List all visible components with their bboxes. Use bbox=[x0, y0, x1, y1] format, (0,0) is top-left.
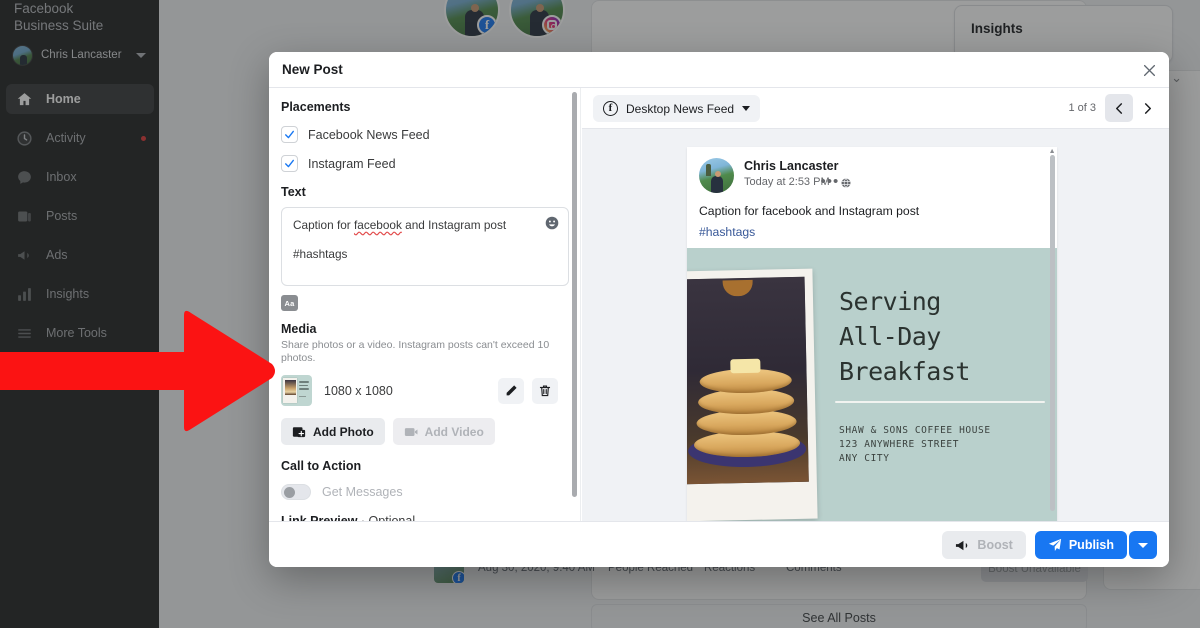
post-creative-image: Serving All-Day Breakfast SHAW & SONS CO… bbox=[687, 248, 1057, 521]
trash-icon[interactable] bbox=[532, 377, 558, 404]
close-icon[interactable] bbox=[1137, 58, 1161, 82]
pancakes-photo bbox=[687, 276, 809, 485]
caption-line-2: #hashtags bbox=[293, 247, 348, 261]
link-preview-optional: · Optional bbox=[360, 514, 416, 521]
post-form-panel: Placements Facebook News Feed Instagram … bbox=[269, 88, 581, 521]
media-add-buttons: Add Photo Add Video bbox=[281, 418, 569, 445]
media-subtext: Share photos or a video. Instagram posts… bbox=[281, 339, 550, 364]
post-timestamp: Today at 2:53 PM bbox=[744, 176, 830, 188]
publish-button[interactable]: Publish bbox=[1034, 531, 1127, 559]
media-dimensions: 1080 x 1080 bbox=[324, 383, 393, 398]
boost-label: Boost bbox=[977, 538, 1013, 552]
add-photo-button[interactable]: Add Photo bbox=[281, 418, 385, 445]
placement-facebook-news-feed[interactable]: Facebook News Feed bbox=[281, 126, 569, 143]
post-caption: Caption for facebook and Instagram post bbox=[699, 204, 920, 218]
post-author-row: Chris Lancaster Today at 2:53 PM · ••• bbox=[699, 158, 851, 193]
publish-label: Publish bbox=[1068, 538, 1114, 552]
media-item-row[interactable]: 1080 x 1080 bbox=[281, 375, 569, 406]
get-messages-toggle-row[interactable]: Get Messages bbox=[281, 484, 569, 500]
preview-surface-select[interactable]: f Desktop News Feed bbox=[593, 95, 761, 122]
avatar bbox=[699, 158, 734, 193]
dialog-header: New Post bbox=[269, 52, 1169, 88]
facebook-icon: f bbox=[603, 101, 618, 116]
post-preview-card: Chris Lancaster Today at 2:53 PM · ••• C… bbox=[687, 147, 1057, 521]
footer-actions: Boost Publish bbox=[942, 531, 1157, 559]
creative-headline-line-3: Breakfast bbox=[839, 357, 970, 386]
preview-page-counter: 1 of 3 bbox=[1068, 102, 1096, 114]
form-scrollbar[interactable] bbox=[572, 92, 577, 497]
caption-textarea[interactable]: Caption for facebook and Instagram post … bbox=[281, 207, 569, 286]
chevron-left-icon[interactable] bbox=[1105, 94, 1133, 122]
preview-panel: f Desktop News Feed 1 of 3 Chris Lancast… bbox=[582, 88, 1169, 521]
call-to-action-heading: Call to Action bbox=[281, 459, 362, 473]
creative-address-line-1: SHAW & SONS COFFEE HOUSE bbox=[839, 425, 991, 436]
add-video-label: Add Video bbox=[424, 424, 484, 439]
preview-surface-label: Desktop News Feed bbox=[626, 101, 735, 116]
preview-scrollbar[interactable] bbox=[1050, 155, 1055, 511]
caption-line-1: Caption for facebook and Instagram post bbox=[293, 218, 506, 232]
creative-address-line-2: 123 ANYWHERE STREET bbox=[839, 439, 960, 450]
polaroid-photo bbox=[687, 268, 818, 521]
dialog-footer: Boost Publish bbox=[269, 521, 1169, 567]
caption-text-after: and Instagram post bbox=[401, 218, 507, 232]
new-post-dialog: New Post Placements Facebook News Feed I… bbox=[269, 52, 1169, 567]
get-messages-label: Get Messages bbox=[322, 485, 403, 499]
preview-toolbar: f Desktop News Feed 1 of 3 bbox=[582, 88, 1169, 129]
checkbox-checked-icon[interactable] bbox=[281, 155, 298, 172]
publish-group: Publish bbox=[1034, 531, 1157, 559]
chevron-down-icon bbox=[742, 106, 751, 111]
dialog-title: New Post bbox=[282, 62, 343, 77]
link-preview-heading: Link Preview · Optional bbox=[281, 514, 569, 521]
media-heading: Media bbox=[281, 322, 317, 336]
boost-button[interactable]: Boost bbox=[942, 531, 1026, 559]
emoji-icon[interactable] bbox=[545, 216, 559, 230]
post-menu-icon[interactable]: ••• bbox=[821, 174, 840, 189]
checkbox-checked-icon[interactable] bbox=[281, 126, 298, 143]
publish-options-caret-icon[interactable] bbox=[1129, 531, 1157, 559]
edit-icon[interactable] bbox=[498, 377, 524, 404]
creative-address: SHAW & SONS COFFEE HOUSE 123 ANYWHERE ST… bbox=[839, 424, 991, 466]
placements-heading: Placements bbox=[281, 100, 351, 114]
creative-headline-line-1: Serving bbox=[839, 287, 941, 316]
creative-divider bbox=[835, 401, 1045, 403]
creative-headline-line-2: All-Day bbox=[839, 322, 941, 351]
add-photo-label: Add Photo bbox=[313, 424, 374, 439]
link-preview-heading-text: Link Preview bbox=[281, 514, 358, 521]
post-hashtags[interactable]: #hashtags bbox=[699, 225, 755, 239]
creative-headline: Serving All-Day Breakfast bbox=[839, 284, 1054, 389]
caption-text-before: Caption for bbox=[293, 218, 354, 232]
placement-label: Instagram Feed bbox=[308, 156, 396, 171]
text-formatting-icon[interactable]: Aa bbox=[281, 295, 298, 311]
text-heading: Text bbox=[281, 185, 306, 199]
annotation-arrow bbox=[0, 310, 275, 432]
placement-label: Facebook News Feed bbox=[308, 127, 430, 142]
media-thumbnail[interactable] bbox=[281, 375, 312, 406]
add-video-button[interactable]: Add Video bbox=[392, 418, 495, 445]
chevron-right-icon[interactable] bbox=[1133, 94, 1161, 122]
placement-instagram-feed[interactable]: Instagram Feed bbox=[281, 155, 569, 172]
scroll-up-arrow-icon[interactable]: ▲ bbox=[1049, 148, 1056, 155]
post-author-name: Chris Lancaster bbox=[744, 159, 839, 173]
preview-pager: 1 of 3 bbox=[1068, 94, 1161, 122]
toggle-switch[interactable] bbox=[281, 484, 311, 500]
creative-address-line-3: ANY CITY bbox=[839, 453, 890, 464]
caption-misspelled-word: facebook bbox=[353, 218, 402, 232]
globe-icon bbox=[841, 177, 851, 188]
